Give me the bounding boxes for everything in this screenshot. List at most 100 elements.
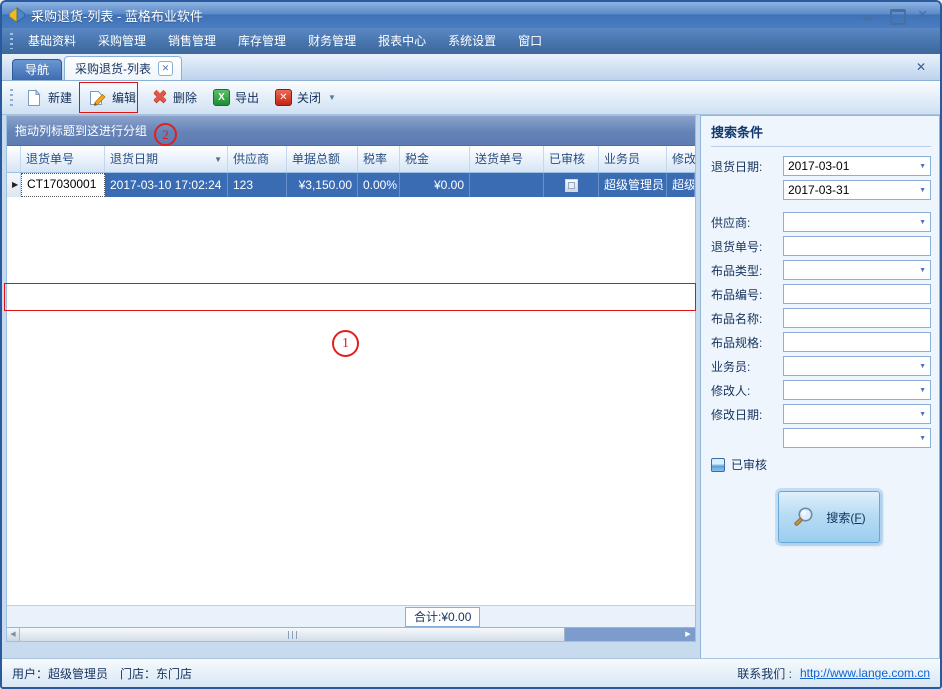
contact-label: 联系我们 : bbox=[737, 665, 792, 682]
maximize-button[interactable] bbox=[889, 9, 903, 21]
horizontal-scrollbar[interactable]: ◀ ▶ bbox=[7, 627, 695, 641]
menu-purchase[interactable]: 采购管理 bbox=[87, 28, 157, 54]
cell-modified-by[interactable]: 超级 bbox=[667, 173, 695, 197]
tab-purchase-return-list[interactable]: 采购退货-列表 ✕ bbox=[64, 56, 182, 80]
field-label: 修改人: bbox=[711, 382, 783, 399]
return-date-to-combo[interactable]: 2017-03-31 ▼ bbox=[783, 180, 931, 200]
close-dropdown-icon[interactable]: ▼ bbox=[328, 93, 336, 102]
close-box-icon: ✕ bbox=[275, 89, 292, 106]
search-button-label: 搜索(F) bbox=[826, 509, 865, 526]
search-button[interactable]: 搜索(F) bbox=[778, 491, 880, 543]
scrollbar-grip bbox=[288, 631, 297, 639]
fabric-type-combo[interactable]: ▼ bbox=[783, 260, 931, 280]
header-delivery-no[interactable]: 送货单号 bbox=[470, 146, 544, 172]
cell-total[interactable]: ¥3,150.00 bbox=[287, 173, 358, 197]
fabric-code-field[interactable] bbox=[783, 284, 931, 304]
fabric-name-field[interactable] bbox=[783, 308, 931, 328]
approved-filter-checkbox[interactable] bbox=[711, 458, 725, 472]
edit-button[interactable]: 编辑 bbox=[80, 86, 144, 110]
header-supplier[interactable]: 供应商 bbox=[228, 146, 287, 172]
website-link[interactable]: http://www.lange.com.cn bbox=[800, 666, 930, 680]
modifier-combo[interactable]: ▼ bbox=[783, 380, 931, 400]
header-salesman[interactable]: 业务员 bbox=[599, 146, 667, 172]
menu-system[interactable]: 系统设置 bbox=[437, 28, 507, 54]
scrollbar-thumb[interactable] bbox=[20, 628, 565, 641]
modify-date-to-combo[interactable]: ▼ bbox=[783, 428, 931, 448]
menu-basic-data[interactable]: 基础资料 bbox=[17, 28, 87, 54]
cell-return-no[interactable]: CT17030001 bbox=[21, 173, 105, 197]
menu-window[interactable]: 窗口 bbox=[507, 28, 553, 54]
field-label: 退货日期: bbox=[711, 158, 783, 175]
minimize-button[interactable] bbox=[861, 9, 875, 21]
return-list-grid: 拖动列标题到这进行分组 退货单号 退货日期 ▼ 供应商 单据总额 税率 税金 送… bbox=[6, 115, 696, 642]
new-page-icon bbox=[25, 89, 43, 107]
field-label: 退货单号: bbox=[711, 238, 783, 255]
menu-reports[interactable]: 报表中心 bbox=[367, 28, 437, 54]
chevron-down-icon: ▼ bbox=[919, 187, 926, 194]
tab-strip: 导航 采购退货-列表 ✕ ✕ bbox=[2, 54, 940, 81]
close-window-button[interactable]: ✕ bbox=[917, 9, 928, 21]
menu-inventory[interactable]: 库存管理 bbox=[227, 28, 297, 54]
status-bar: 用户：超级管理员 门店：东门店 联系我们 : http://www.lange.… bbox=[2, 658, 940, 687]
tab-navigation[interactable]: 导航 bbox=[12, 59, 62, 80]
field-label: 供应商: bbox=[711, 214, 783, 231]
search-icon bbox=[792, 505, 816, 529]
menu-finance[interactable]: 财务管理 bbox=[297, 28, 367, 54]
supplier-combo[interactable]: ▼ bbox=[783, 212, 931, 232]
chevron-down-icon: ▼ bbox=[919, 363, 926, 370]
cell-salesman[interactable]: 超级管理员 bbox=[599, 173, 667, 197]
main-area: 拖动列标题到这进行分组 退货单号 退货日期 ▼ 供应商 单据总额 税率 税金 送… bbox=[2, 115, 940, 658]
header-tax-rate[interactable]: 税率 bbox=[358, 146, 400, 172]
grid-empty-area bbox=[7, 197, 695, 605]
field-label: 布品类型: bbox=[711, 262, 783, 279]
cell-tax-rate[interactable]: 0.00% bbox=[358, 173, 400, 197]
cell-return-date[interactable]: 2017-03-10 17:02:24 bbox=[105, 173, 228, 197]
row-pointer-icon: ▶ bbox=[7, 173, 21, 197]
cell-tax[interactable]: ¥0.00 bbox=[400, 173, 470, 197]
header-total[interactable]: 单据总额 bbox=[287, 146, 358, 172]
header-approved[interactable]: 已审核 bbox=[544, 146, 599, 172]
tab-label: 采购退货-列表 bbox=[75, 58, 151, 80]
approved-filter[interactable]: 已审核 bbox=[711, 456, 931, 473]
return-no-field[interactable] bbox=[783, 236, 931, 256]
tab-close-icon[interactable]: ✕ bbox=[158, 61, 173, 76]
export-button[interactable]: X 导出 bbox=[205, 86, 267, 109]
field-label: 业务员: bbox=[711, 358, 783, 375]
grid-footer: 合计:¥0.00 bbox=[7, 605, 695, 627]
return-date-from-combo[interactable]: 2017-03-01 ▼ bbox=[783, 156, 931, 176]
grid-group-panel[interactable]: 拖动列标题到这进行分组 bbox=[7, 116, 695, 146]
header-return-date[interactable]: 退货日期 ▼ bbox=[105, 146, 228, 172]
delete-button[interactable]: ✖ 删除 bbox=[144, 86, 205, 110]
header-indicator bbox=[7, 146, 21, 172]
new-button[interactable]: 新建 bbox=[17, 86, 80, 110]
footer-total: 合计:¥0.00 bbox=[405, 607, 480, 627]
table-row[interactable]: ▶ CT17030001 2017-03-10 17:02:24 123 ¥3,… bbox=[7, 173, 695, 197]
chevron-down-icon: ▼ bbox=[919, 163, 926, 170]
sort-desc-icon: ▼ bbox=[214, 147, 222, 172]
menu-sales[interactable]: 销售管理 bbox=[157, 28, 227, 54]
header-return-no[interactable]: 退货单号 bbox=[21, 146, 105, 172]
header-tax[interactable]: 税金 bbox=[400, 146, 470, 172]
scroll-right-icon[interactable]: ▶ bbox=[681, 628, 695, 641]
cell-delivery-no[interactable] bbox=[470, 173, 544, 197]
approved-checkbox[interactable] bbox=[565, 179, 578, 192]
title-bar: 采购退货-列表 - 蓝格布业软件 ✕ bbox=[2, 2, 940, 28]
grid-header-row: 退货单号 退货日期 ▼ 供应商 单据总额 税率 税金 送货单号 已审核 业务员 … bbox=[7, 146, 695, 173]
fabric-spec-field[interactable] bbox=[783, 332, 931, 352]
salesman-combo[interactable]: ▼ bbox=[783, 356, 931, 376]
scrollbar-track[interactable] bbox=[565, 628, 681, 641]
chevron-down-icon: ▼ bbox=[919, 219, 926, 226]
header-modified[interactable]: 修改 bbox=[667, 146, 695, 172]
cell-supplier[interactable]: 123 bbox=[228, 173, 287, 197]
field-label: 布品编号: bbox=[711, 286, 783, 303]
close-list-button[interactable]: ✕ 关闭 ▼ bbox=[267, 86, 344, 109]
scroll-left-icon[interactable]: ◀ bbox=[7, 628, 20, 641]
tabstrip-close-icon[interactable]: ✕ bbox=[916, 60, 934, 74]
field-label: 布品名称: bbox=[711, 310, 783, 327]
field-label: 布品规格: bbox=[711, 334, 783, 351]
chevron-down-icon: ▼ bbox=[919, 411, 926, 418]
window-title: 采购退货-列表 - 蓝格布业软件 bbox=[31, 6, 203, 25]
modify-date-from-combo[interactable]: ▼ bbox=[783, 404, 931, 424]
cell-approved[interactable] bbox=[544, 173, 599, 197]
menubar-grip bbox=[10, 33, 13, 49]
